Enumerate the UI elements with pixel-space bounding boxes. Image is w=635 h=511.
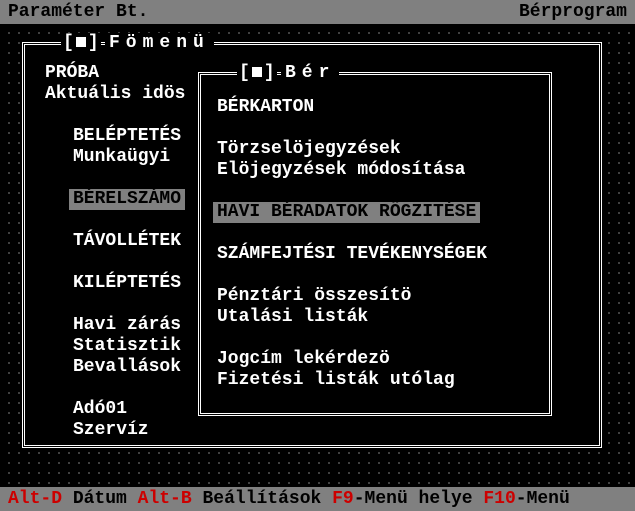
sub-item-utalasi[interactable]: Utalási listák (213, 307, 543, 328)
sub-item-torzselojegyzesek[interactable]: Törzselöjegyzések (213, 139, 543, 160)
hotkey-label-menu: -Menü (516, 489, 570, 509)
close-icon[interactable]: [] (237, 63, 277, 83)
sub-item-penztari[interactable]: Pénztári összesítö (213, 286, 543, 307)
app-company: Paraméter Bt. (8, 2, 148, 22)
hotkey-f9[interactable]: F9 (332, 489, 354, 509)
hotkey-label-beallitasok: Beállítások (202, 489, 321, 509)
sub-item-szamfejtesi[interactable]: SZÁMFEJTÉSI TEVÉKENYSÉGEK (213, 244, 543, 265)
menu-item-berelszamo[interactable]: BÉRELSZÁMO (69, 189, 185, 210)
sub-item-berkarton[interactable]: BÉRKARTON (213, 97, 543, 118)
sub-item-jogcim[interactable]: Jogcím lekérdezö (213, 349, 543, 370)
app-title: Bérprogram (519, 2, 627, 22)
close-icon[interactable]: [] (61, 33, 101, 53)
main-menu-title: Fömenü (105, 33, 214, 53)
sub-item-elojegyzesek-modositasa[interactable]: Elöjegyzések módosítása (213, 160, 543, 181)
hotkey-label-datum-text: Dátum (73, 489, 127, 509)
sub-item-fizetesi[interactable]: Fizetési listák utólag (213, 370, 543, 391)
hotkey-f10[interactable]: F10 (483, 489, 515, 509)
title-bar: Paraméter Bt. Bérprogram (0, 0, 635, 24)
sub-menu-title: Bér (281, 63, 339, 83)
hotkey-label-menu-helye: -Menü helye (354, 489, 473, 509)
sub-menu-window: [] Bér BÉRKARTON Törzselöjegyzések Elöje… (198, 72, 552, 416)
hotkey-alt-d[interactable]: Alt-D (8, 489, 62, 509)
menu-item-szerviz[interactable]: Szervíz (69, 420, 593, 441)
status-bar: Alt-D Dátum Alt-B Beállítások F9-Menü he… (0, 487, 635, 511)
hotkey-alt-b[interactable]: Alt-B (138, 489, 192, 509)
sub-item-havi-beradatok[interactable]: HAVI BÉRADATOK RÖGZITÉSE (213, 202, 480, 223)
